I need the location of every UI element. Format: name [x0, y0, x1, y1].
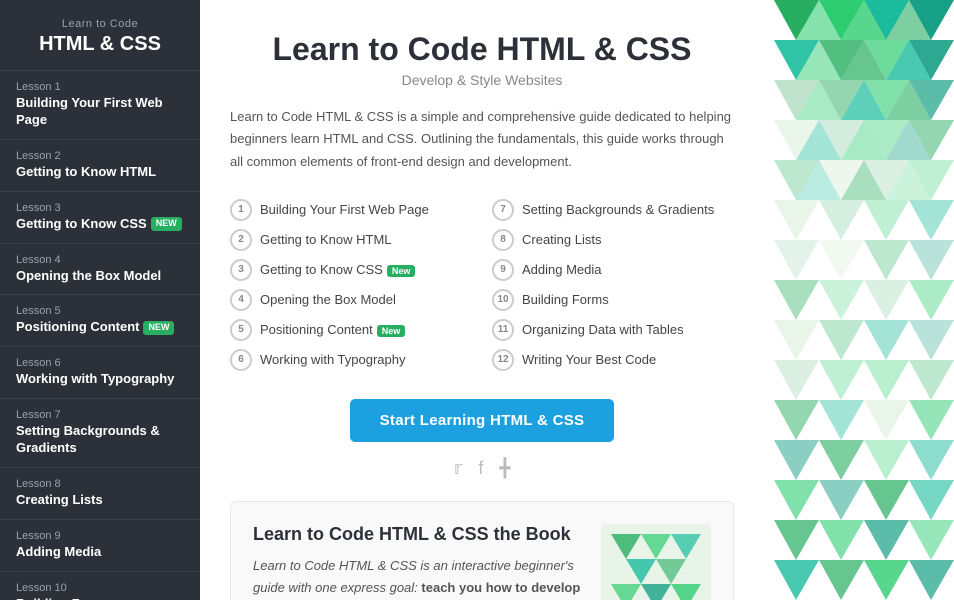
page-title-wrapper: Learn to Code HTML & CSS Develop & Style…	[230, 30, 734, 88]
lesson-item-12[interactable]: 12 Writing Your Best Code	[492, 345, 734, 375]
lesson-num-circle: 12	[492, 349, 514, 371]
sidebar-lesson-8[interactable]: Lesson 8 Creating Lists	[0, 468, 200, 520]
lesson-item-2[interactable]: 2 Getting to Know HTML	[230, 225, 472, 255]
sidebar-lesson-title: Getting to Know HTML	[16, 164, 184, 181]
main-content: Learn to Code HTML & CSS Develop & Style…	[200, 0, 774, 600]
lesson-item-5[interactable]: 5 Positioning ContentNew	[230, 315, 472, 345]
sidebar-lesson-num: Lesson 3	[16, 202, 184, 214]
lesson-item-7[interactable]: 7 Setting Backgrounds & Gradients	[492, 195, 734, 225]
lesson-item-title: Setting Backgrounds & Gradients	[522, 202, 714, 217]
lesson-item-title: Building Forms	[522, 292, 609, 307]
sidebar-lesson-title: Setting Backgrounds & Gradients	[16, 423, 184, 457]
sidebar-lesson-2[interactable]: Lesson 2 Getting to Know HTML	[0, 140, 200, 192]
sidebar-lesson-num: Lesson 2	[16, 150, 184, 162]
book-description: Learn to Code HTML & CSS is an interacti…	[253, 555, 581, 600]
googleplus-icon[interactable]: ╋	[499, 458, 510, 479]
lesson-item-title: Adding Media	[522, 262, 602, 277]
deco-panel	[774, 0, 954, 600]
badge-new: New	[143, 321, 174, 335]
lesson-item-9[interactable]: 9 Adding Media	[492, 255, 734, 285]
lesson-item-3[interactable]: 3 Getting to Know CSSNew	[230, 255, 472, 285]
lesson-item-title: Getting to Know HTML	[260, 232, 392, 247]
page-subtitle: Develop & Style Websites	[230, 72, 734, 88]
lesson-item-title: Opening the Box Model	[260, 292, 396, 307]
sidebar-lesson-7[interactable]: Lesson 7 Setting Backgrounds & Gradients	[0, 399, 200, 468]
site-label: Learn to Code	[10, 18, 190, 30]
sidebar-lesson-title: Building Forms	[16, 596, 184, 600]
sidebar-lesson-num: Lesson 5	[16, 305, 184, 317]
facebook-icon[interactable]: f	[478, 458, 483, 479]
sidebar: Learn to Code HTML & CSS Lesson 1 Buildin…	[0, 0, 200, 600]
lesson-item-title: Writing Your Best Code	[522, 352, 656, 367]
sidebar-lessons: Lesson 1Building Your First Web PageLess…	[0, 71, 200, 600]
sidebar-lesson-title: Working with Typography	[16, 371, 184, 388]
lesson-num-circle: 7	[492, 199, 514, 221]
lesson-item-title: Building Your First Web Page	[260, 202, 429, 217]
sidebar-lesson-title: Adding Media	[16, 544, 184, 561]
lesson-item-title: Positioning ContentNew	[260, 322, 405, 337]
lesson-item-6[interactable]: 6 Working with Typography	[230, 345, 472, 375]
sidebar-lesson-title: Creating Lists	[16, 492, 184, 509]
lesson-item-title: Getting to Know CSSNew	[260, 262, 415, 277]
lesson-num-circle: 6	[230, 349, 252, 371]
book-section: Learn to Code HTML & CSS the Book Learn …	[230, 501, 734, 600]
lesson-num-circle: 5	[230, 319, 252, 341]
sidebar-lesson-num: Lesson 4	[16, 254, 184, 266]
sidebar-lesson-10[interactable]: Lesson 10 Building Forms	[0, 572, 200, 600]
lesson-num-circle: 2	[230, 229, 252, 251]
book-image: Learn to Code	[601, 524, 711, 600]
sidebar-lesson-title: Getting to Know CSSNew	[16, 216, 184, 233]
lesson-item-8[interactable]: 8 Creating Lists	[492, 225, 734, 255]
sidebar-lesson-title: Opening the Box Model	[16, 268, 184, 285]
lesson-item-4[interactable]: 4 Opening the Box Model	[230, 285, 472, 315]
sidebar-lesson-1[interactable]: Lesson 1 Building Your First Web Page	[0, 71, 200, 140]
badge-new-green: New	[377, 325, 406, 337]
badge-new: New	[151, 217, 182, 231]
sidebar-lesson-9[interactable]: Lesson 9 Adding Media	[0, 520, 200, 572]
sidebar-lesson-num: Lesson 7	[16, 409, 184, 421]
lesson-item-title: Creating Lists	[522, 232, 601, 247]
sidebar-lesson-num: Lesson 10	[16, 582, 184, 594]
sidebar-lesson-6[interactable]: Lesson 6 Working with Typography	[0, 347, 200, 399]
lesson-num-circle: 10	[492, 289, 514, 311]
page-title: Learn to Code HTML & CSS	[230, 30, 734, 68]
social-wrapper: 𝕣 f ╋	[230, 458, 734, 479]
lesson-num-circle: 4	[230, 289, 252, 311]
sidebar-lesson-title: Positioning ContentNew	[16, 319, 184, 336]
lesson-item-title: Working with Typography	[260, 352, 405, 367]
sidebar-lesson-num: Lesson 8	[16, 478, 184, 490]
lesson-num-circle: 9	[492, 259, 514, 281]
sidebar-lesson-num: Lesson 6	[16, 357, 184, 369]
twitter-icon[interactable]: 𝕣	[454, 458, 463, 479]
lesson-num-circle: 11	[492, 319, 514, 341]
sidebar-lesson-3[interactable]: Lesson 3 Getting to Know CSSNew	[0, 192, 200, 244]
badge-new-green: New	[387, 265, 416, 277]
lessons-col2: 7 Setting Backgrounds & Gradients 8 Creatin…	[492, 195, 734, 375]
sidebar-lesson-num: Lesson 1	[16, 81, 184, 93]
triangle-mosaic	[774, 0, 954, 600]
lesson-item-10[interactable]: 10 Building Forms	[492, 285, 734, 315]
cta-button[interactable]: Start Learning HTML & CSS	[350, 399, 615, 442]
page-description: Learn to Code HTML & CSS is a simple and…	[230, 106, 734, 172]
lesson-item-11[interactable]: 11 Organizing Data with Tables	[492, 315, 734, 345]
lesson-num-circle: 1	[230, 199, 252, 221]
lessons-col1: 1 Building Your First Web Page 2 Getting to…	[230, 195, 472, 375]
sidebar-header: Learn to Code HTML & CSS	[0, 0, 200, 71]
lessons-grid: 1 Building Your First Web Page 2 Getting to…	[230, 195, 734, 375]
lesson-item-title: Organizing Data with Tables	[522, 322, 684, 337]
book-text: Learn to Code HTML & CSS the Book Learn …	[253, 524, 581, 600]
lesson-item-1[interactable]: 1 Building Your First Web Page	[230, 195, 472, 225]
sidebar-lesson-title: Building Your First Web Page	[16, 95, 184, 129]
sidebar-lesson-num: Lesson 9	[16, 530, 184, 542]
sidebar-lesson-4[interactable]: Lesson 4 Opening the Box Model	[0, 244, 200, 296]
book-title: Learn to Code HTML & CSS the Book	[253, 524, 581, 545]
sidebar-lesson-5[interactable]: Lesson 5 Positioning ContentNew	[0, 295, 200, 347]
site-title: HTML & CSS	[10, 32, 190, 56]
lesson-num-circle: 3	[230, 259, 252, 281]
lesson-num-circle: 8	[492, 229, 514, 251]
content-area: Learn to Code HTML & CSS Develop & Style…	[200, 0, 774, 600]
cta-wrapper: Start Learning HTML & CSS	[230, 399, 734, 442]
